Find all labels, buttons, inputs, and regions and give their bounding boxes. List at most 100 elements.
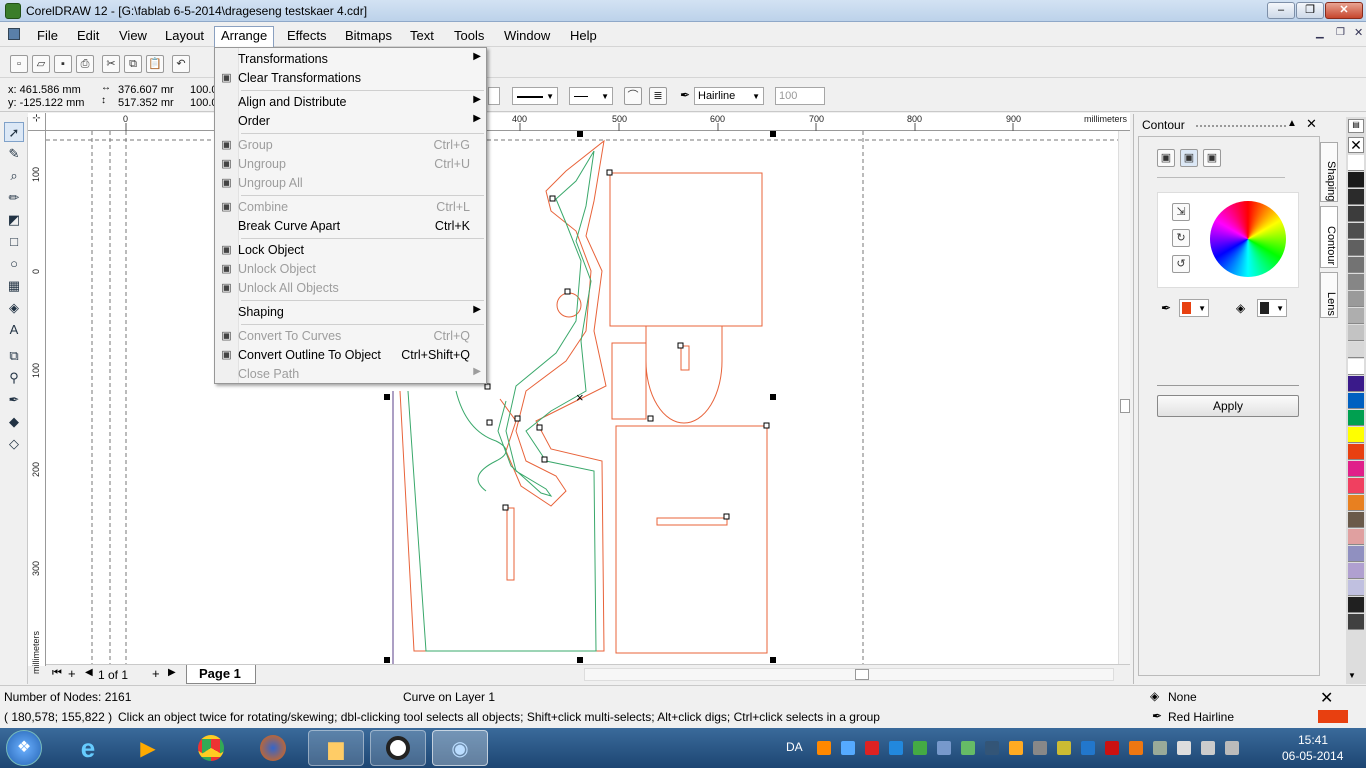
width-field[interactable]: 376.607 mr <box>118 84 174 96</box>
menu-item-align-and-distribute[interactable]: Align and Distribute ▶ <box>215 93 486 112</box>
shape-tool-icon[interactable]: ✎ <box>4 144 24 164</box>
tray-icon-7[interactable] <box>961 741 975 755</box>
eyedropper-tool-icon[interactable]: ⚲ <box>4 368 24 388</box>
ellipse-tool-icon[interactable]: ○ <box>4 254 24 274</box>
color-swatch[interactable] <box>1348 580 1364 596</box>
color-swatch[interactable] <box>1348 325 1364 341</box>
palette-scroll-icon[interactable]: ▼ <box>1348 671 1356 680</box>
maximize-button[interactable]: ❐ <box>1296 2 1324 19</box>
menu-file[interactable]: File <box>31 27 64 44</box>
clock-time[interactable]: 15:41 <box>1298 733 1328 747</box>
menu-view[interactable]: View <box>113 27 153 44</box>
horizontal-ruler[interactable]: 0 400 500 600 700 800 900 millimeters <box>46 113 1130 131</box>
line-style-dropdown[interactable]: ▼ <box>512 87 558 105</box>
menu-item-unlock-all-objects[interactable]: ▣ Unlock All Objects <box>215 279 486 298</box>
wrap-icon[interactable]: ⌒ <box>624 87 642 105</box>
ie-icon[interactable]: e <box>60 730 116 766</box>
color-swatch[interactable] <box>1348 308 1364 324</box>
tray-icon-9[interactable] <box>1009 741 1023 755</box>
menu-item-close-path[interactable]: Close Path ▶ <box>215 365 486 384</box>
copy-icon[interactable]: ⧉ <box>124 55 142 73</box>
volume-icon[interactable] <box>1225 741 1239 755</box>
tab-contour[interactable]: Contour <box>1320 206 1338 268</box>
menu-item-combine[interactable]: ▣ Combine Ctrl+L <box>215 198 486 217</box>
outline-tool-icon[interactable]: ✒ <box>4 390 24 410</box>
menu-item-break-curve-apart[interactable]: Break Curve Apart Ctrl+K <box>215 217 486 236</box>
vertical-scrollbar[interactable] <box>1118 131 1130 666</box>
new-icon[interactable]: ▫ <box>10 55 28 73</box>
tab-shaping[interactable]: Shaping <box>1320 142 1338 202</box>
menu-item-order[interactable]: Order ▶ <box>215 112 486 131</box>
menu-layout[interactable]: Layout <box>159 27 210 44</box>
tray-icon-5[interactable] <box>913 741 927 755</box>
apply-button[interactable]: Apply <box>1157 395 1299 417</box>
no-color-icon[interactable]: ✕ <box>1348 137 1364 153</box>
docker-grip[interactable] <box>1196 125 1286 127</box>
panda-icon[interactable] <box>370 730 426 766</box>
flag-icon[interactable] <box>1177 741 1191 755</box>
docker-collapse-icon[interactable]: ▲ <box>1287 118 1297 129</box>
print-icon[interactable]: ⎙ <box>76 55 94 73</box>
tray-icon-2[interactable] <box>841 741 855 755</box>
color-swatch[interactable] <box>1348 155 1364 171</box>
tray-icon-6[interactable] <box>937 741 951 755</box>
firefox-icon[interactable] <box>245 730 301 766</box>
next-page-icon[interactable]: ▶ <box>168 667 176 678</box>
tray-icon-13[interactable] <box>1129 741 1143 755</box>
doc-restore-icon[interactable]: ❐ <box>1336 27 1345 38</box>
tab-lens[interactable]: Lens <box>1320 272 1338 318</box>
zoom-tool-icon[interactable]: ⌕ <box>4 166 24 186</box>
pick-tool-icon[interactable]: ➚ <box>4 122 24 142</box>
menu-item-ungroup[interactable]: ▣ Ungroup Ctrl+U <box>215 155 486 174</box>
interactive-fill-tool-icon[interactable]: ◇ <box>4 434 24 454</box>
tray-icon-12[interactable] <box>1105 741 1119 755</box>
color-swatch[interactable] <box>1348 495 1364 511</box>
paste-icon[interactable]: 📋 <box>146 55 164 73</box>
horizontal-scrollbar[interactable] <box>584 668 1114 681</box>
outside-icon[interactable]: ▣ <box>1203 149 1221 167</box>
color-swatch[interactable] <box>1348 614 1364 630</box>
tray-icon-1[interactable] <box>817 741 831 755</box>
cut-icon[interactable]: ✂ <box>102 55 120 73</box>
counterclockwise-blend-icon[interactable]: ↺ <box>1172 255 1190 273</box>
color-swatch[interactable] <box>1348 240 1364 256</box>
fill-color-dropdown[interactable]: ▼ <box>1257 299 1287 317</box>
color-swatch[interactable] <box>1348 291 1364 307</box>
coreldraw-taskbar-icon[interactable]: ◉ <box>432 730 488 766</box>
color-swatch[interactable] <box>1348 461 1364 477</box>
menu-item-ungroup-all[interactable]: ▣ Ungroup All <box>215 174 486 193</box>
vertical-ruler[interactable]: 100 0 100 200 300 millimeters <box>28 131 46 674</box>
start-button[interactable]: ❖ <box>6 730 42 766</box>
to-center-icon[interactable]: ▣ <box>1157 149 1175 167</box>
menu-item-clear-transformations[interactable]: ▣ Clear Transformations <box>215 69 486 88</box>
docker-close-icon[interactable]: ✕ <box>1306 116 1317 132</box>
horizontal-scroll-thumb[interactable] <box>855 669 869 680</box>
palette-menu-icon[interactable]: ▤ <box>1348 119 1364 133</box>
text-tool-icon[interactable]: A <box>4 320 24 340</box>
vertical-scroll-thumb[interactable] <box>1120 399 1130 413</box>
bluetooth-icon[interactable] <box>1081 741 1095 755</box>
drawing-artwork[interactable]: × <box>46 131 1118 666</box>
basic-shapes-tool-icon[interactable]: ◈ <box>4 298 24 318</box>
open-icon[interactable]: ▱ <box>32 55 50 73</box>
color-swatch[interactable] <box>1348 274 1364 290</box>
page-tab[interactable]: Page 1 <box>186 665 256 684</box>
doc-minimize-icon[interactable]: ▁ <box>1316 28 1324 39</box>
tray-icon-11[interactable] <box>1057 741 1071 755</box>
outline-color-dropdown[interactable]: ▼ <box>1179 299 1209 317</box>
undo-icon[interactable]: ↶ <box>172 55 190 73</box>
menu-item-transformations[interactable]: Transformations ▶ <box>215 50 486 69</box>
clock-date[interactable]: 06-05-2014 <box>1282 749 1343 763</box>
language-indicator[interactable]: DA <box>786 740 803 754</box>
menu-item-convert-to-curves[interactable]: ▣ Convert To Curves Ctrl+Q <box>215 327 486 346</box>
inside-icon[interactable]: ▣ <box>1180 149 1198 167</box>
color-swatch[interactable] <box>1348 342 1364 358</box>
outline-style-dropdown[interactable] <box>488 87 500 105</box>
end-arrow-dropdown[interactable]: ▼ <box>569 87 613 105</box>
color-swatch[interactable] <box>1348 172 1364 188</box>
explorer-icon[interactable]: ▆ <box>308 730 364 766</box>
color-swatch[interactable] <box>1348 393 1364 409</box>
prev-page-icon[interactable]: ◀ <box>85 667 93 678</box>
outline-width-dropdown[interactable]: Hairline ▼ <box>694 87 764 105</box>
menu-bitmaps[interactable]: Bitmaps <box>339 27 398 44</box>
